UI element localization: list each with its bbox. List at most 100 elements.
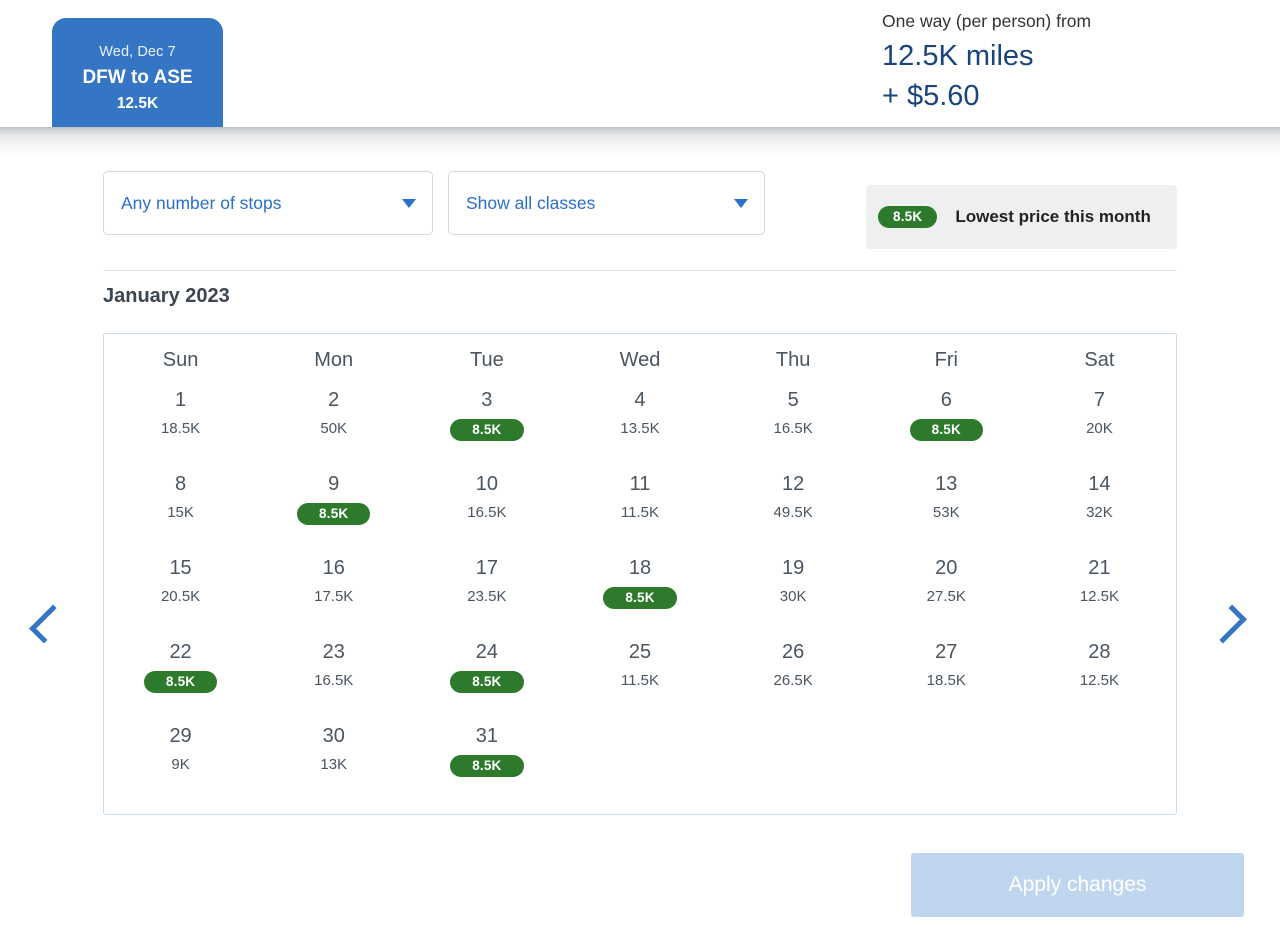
calendar-day-cell[interactable]: 14 32K: [1023, 458, 1176, 542]
calendar-day-price: 12.5K: [1079, 588, 1120, 605]
calendar-day-header: Tue: [469, 349, 504, 371]
calendar-day-header: Sat: [1084, 349, 1115, 371]
calendar-day-price: 16.5K: [314, 672, 354, 689]
trip-tab-date: Wed, Dec 7: [99, 44, 176, 60]
calendar-day-cell[interactable]: 23 16.5K: [257, 626, 410, 710]
calendar-day-cell[interactable]: 5 16.5K: [717, 374, 870, 458]
calendar-day-cell[interactable]: 6 8.5K: [870, 374, 1023, 458]
calendar-day-number: 3: [481, 389, 493, 411]
calendar-day-number: 27: [935, 641, 958, 663]
calendar-day-cell[interactable]: 19 30K: [717, 542, 870, 626]
calendar-day-cell[interactable]: 3 8.5K: [410, 374, 563, 458]
calendar-day-price: 18.5K: [160, 420, 201, 437]
calendar-day-price: [870, 727, 1023, 749]
calendar-day-price: 30K: [779, 588, 807, 605]
calendar-day-number: 19: [782, 557, 805, 579]
calendar-day-cell[interactable]: 24 8.5K: [410, 626, 563, 710]
filters-bar: Any number of stops Show all classes 8.5…: [103, 171, 1177, 249]
price-summary-fee: + $5.60: [882, 80, 980, 112]
calendar-day-price-lowest: 8.5K: [450, 671, 524, 693]
calendar-day-number: 21: [1088, 557, 1111, 579]
calendar-day-cell[interactable]: 21 12.5K: [1023, 542, 1176, 626]
calendar-day-price: 9K: [171, 756, 190, 773]
calendar-day-number: 9: [328, 473, 340, 495]
chevron-left-icon: [28, 604, 68, 644]
calendar-day-number: 28: [1088, 641, 1111, 663]
calendar-day-cell[interactable]: 4 13.5K: [563, 374, 716, 458]
calendar-day-price: [563, 727, 716, 749]
calendar-day-number: 8: [175, 473, 187, 495]
calendar-day-cell[interactable]: 10 16.5K: [410, 458, 563, 542]
price-summary: One way (per person) from 12.5K miles + …: [860, 8, 1280, 116]
previous-month-button[interactable]: [26, 598, 70, 650]
calendar-day-price: 13.5K: [620, 420, 660, 437]
classes-filter-select[interactable]: Show all classes: [448, 171, 765, 235]
page-header: Wed, Dec 7 DFW to ASE 12.5K One way (per…: [0, 0, 1280, 127]
calendar-day-cell[interactable]: 8 15K: [104, 458, 257, 542]
calendar-week-row: 1 18.5K 2 50K 3 8.5K 4 13.5K 5 16.5K 6 8.5K 7 20K: [104, 374, 1176, 458]
calendar-day-number: 5: [787, 389, 799, 411]
calendar-day-number: 7: [1093, 389, 1105, 411]
calendar-day-cell[interactable]: 29 9K: [104, 710, 257, 794]
calendar-day-number: 10: [475, 473, 498, 495]
calendar-day-cell[interactable]: 2 50K: [257, 374, 410, 458]
calendar-day-cell[interactable]: 13 53K: [870, 458, 1023, 542]
calendar-day-cell[interactable]: 11 11.5K: [563, 458, 716, 542]
calendar-day-cell[interactable]: 28 12.5K: [1023, 626, 1176, 710]
calendar-day-number: 23: [322, 641, 345, 663]
trip-tab-price: 12.5K: [116, 95, 159, 112]
calendar-day-cell[interactable]: 18 8.5K: [563, 542, 716, 626]
calendar-week-row: 22 8.5K 23 16.5K 24 8.5K 25 11.5K 26 26.5K 27 18.5K…: [104, 626, 1176, 710]
calendar-day-price: [717, 727, 870, 749]
calendar-week-row: 8 15K 9 8.5K 10 16.5K 11 11.5K 12 49.5K 13 53K 14 32K: [104, 458, 1176, 542]
calendar-day-price: 20.5K: [160, 588, 201, 605]
calendar-day-cell[interactable]: 12 49.5K: [717, 458, 870, 542]
calendar-day-cell[interactable]: 25 11.5K: [563, 626, 716, 710]
next-month-button[interactable]: [1205, 598, 1249, 650]
calendar-week-row: 15 20.5K 16 17.5K 17 23.5K 18 8.5K 19 30K 20 27.5K 2…: [104, 542, 1176, 626]
stops-filter-select[interactable]: Any number of stops: [103, 171, 433, 235]
calendar-day-number: 30: [322, 725, 345, 747]
calendar-day-number: 26: [782, 641, 805, 663]
calendar-day-cell[interactable]: 30 13K: [257, 710, 410, 794]
calendar-day-cell[interactable]: 7 20K: [1023, 374, 1176, 458]
calendar-day-cell[interactable]: 9 8.5K: [257, 458, 410, 542]
calendar-day-header: Mon: [314, 349, 354, 371]
calendar-day-price-lowest: 8.5K: [909, 419, 983, 441]
trip-tab[interactable]: Wed, Dec 7 DFW to ASE 12.5K: [52, 18, 223, 127]
calendar-day-price: 11.5K: [620, 504, 660, 521]
flight-calendar-page: Wed, Dec 7 DFW to ASE 12.5K One way (per…: [0, 0, 1280, 942]
calendar-day-price: 18.5K: [926, 672, 966, 689]
calendar-day-price: 50K: [320, 420, 348, 437]
calendar-day-cell[interactable]: 15 20.5K: [104, 542, 257, 626]
calendar-body: 1 18.5K 2 50K 3 8.5K 4 13.5K 5 16.5K 6 8.5K 7 20K 8 15K…: [104, 374, 1176, 794]
calendar-day-headers: Sun Mon Tue Wed Thu Fri Sat: [104, 334, 1176, 374]
calendar-day-price: 13K: [320, 756, 348, 773]
calendar-day-cell[interactable]: 17 23.5K: [410, 542, 563, 626]
calendar-day-cell[interactable]: 31 8.5K: [410, 710, 563, 794]
header-divider-shadow: [0, 127, 1280, 157]
calendar-day-number: 20: [935, 557, 958, 579]
calendar-day-price: 11.5K: [620, 672, 660, 689]
calendar-day-number: 24: [475, 641, 498, 663]
calendar-day-cell[interactable]: 1 18.5K: [104, 374, 257, 458]
chevron-down-icon: [734, 198, 748, 208]
calendar-day-price: 12.5K: [1079, 672, 1120, 689]
calendar-day-header: Thu: [775, 349, 811, 371]
calendar-day-cell[interactable]: 20 27.5K: [870, 542, 1023, 626]
calendar-day-price-lowest: 8.5K: [450, 419, 524, 441]
apply-changes-button[interactable]: Apply changes: [911, 853, 1244, 917]
calendar-day-cell[interactable]: 22 8.5K: [104, 626, 257, 710]
calendar-cell-empty: [1023, 710, 1176, 794]
calendar-day-cell[interactable]: 16 17.5K: [257, 542, 410, 626]
chevron-right-icon: [1207, 604, 1247, 644]
calendar-day-price-lowest: 8.5K: [603, 587, 677, 609]
calendar-cell-empty: [717, 710, 870, 794]
calendar-day-number: 15: [169, 557, 192, 579]
calendar-day-number: 4: [634, 389, 646, 411]
calendar-day-number: 25: [628, 641, 652, 663]
calendar-day-number: 6: [940, 389, 952, 411]
calendar-day-cell[interactable]: 27 18.5K: [870, 626, 1023, 710]
calendar-day-cell[interactable]: 26 26.5K: [717, 626, 870, 710]
legend-label: Lowest price this month: [955, 207, 1151, 226]
